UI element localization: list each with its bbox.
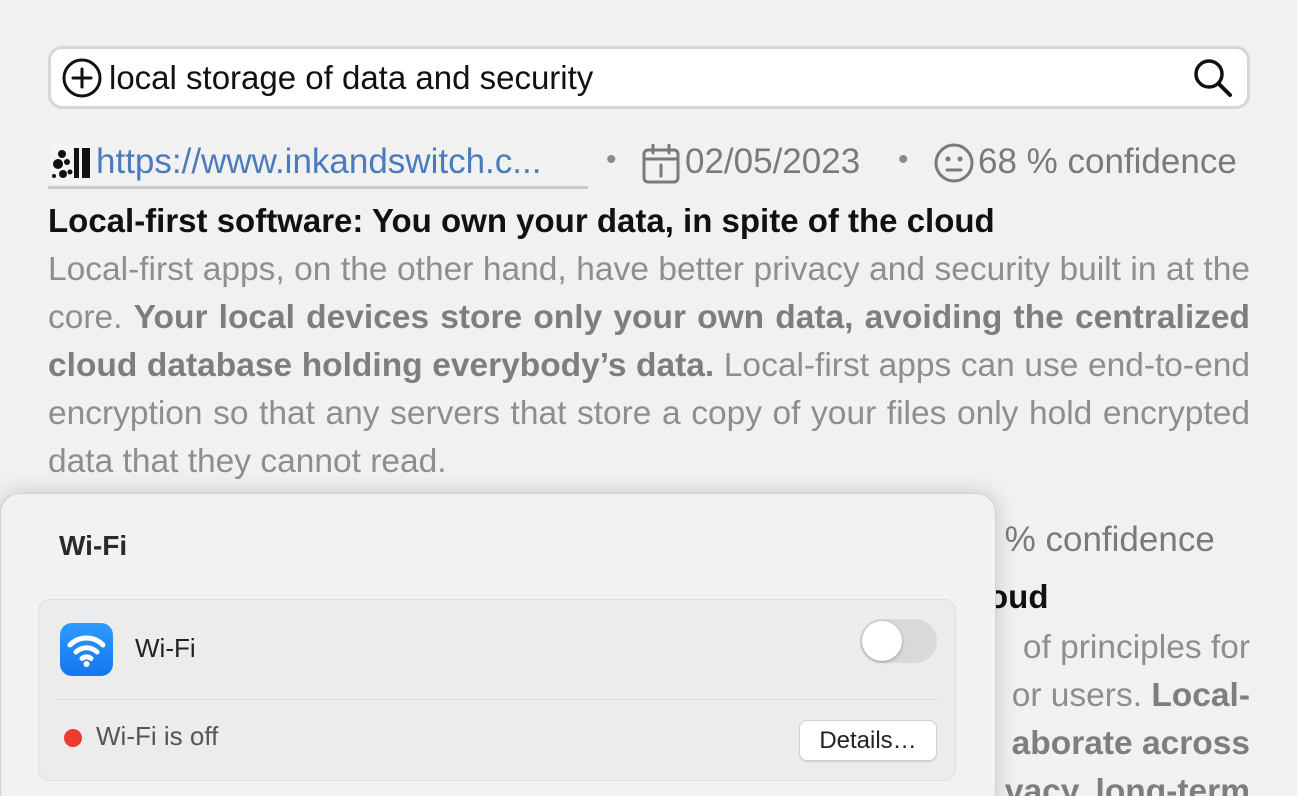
snippet-highlight: aborate across [1011,725,1250,762]
divider [58,699,937,700]
wifi-toggle[interactable] [860,619,937,663]
separator-dot: • [898,143,909,176]
status-indicator-dot [64,729,82,747]
wifi-settings-card: Wi-Fi Wi-Fi is off Details… [38,599,956,781]
wifi-toggle-label: Wi-Fi [135,633,196,663]
wifi-icon [60,623,113,676]
result-snippet: of principles for or users. Local- abora… [978,624,1250,796]
snippet-text: or users. [1011,677,1152,714]
snippet-line: of principles for [1022,629,1250,666]
result-snippet: Local-first apps, on the other hand, hav… [48,246,1250,486]
result-title[interactable]: oud [988,578,1048,616]
search-result: https://www.inkandswitch.c... • 02/05/20… [48,140,1250,480]
search-input[interactable]: local storage of data and security [103,59,1191,97]
result-url-link[interactable]: https://www.inkandswitch.c... [96,140,586,184]
snippet-highlight: Local- [1151,677,1250,714]
confidence-score: 68 % confidence [978,142,1237,181]
search-icon[interactable] [1191,56,1235,100]
result-title[interactable]: Local-first software: You own your data,… [48,202,995,240]
calendar-icon [642,144,680,184]
snippet-highlight: vacy, long-term [1004,773,1250,796]
snippet-line: or users. Local- [978,672,1250,720]
plus-circle-icon[interactable] [61,57,103,99]
toggle-knob [862,621,902,661]
neutral-face-icon [934,143,974,183]
separator-dot: • [606,143,617,176]
wifi-status-text: Wi-Fi is off [96,721,219,751]
url-underline [48,186,588,189]
wifi-panel: Wi-Fi Wi-Fi Wi-Fi is off Details… [0,493,996,796]
details-button[interactable]: Details… [799,720,937,761]
result-date: 02/05/2023 [685,142,861,181]
panel-heading: Wi-Fi [59,530,128,561]
search-bar[interactable]: local storage of data and security [48,46,1250,109]
result-meta: https://www.inkandswitch.c... • 02/05/20… [48,140,1250,192]
favicon-icon [50,142,92,184]
